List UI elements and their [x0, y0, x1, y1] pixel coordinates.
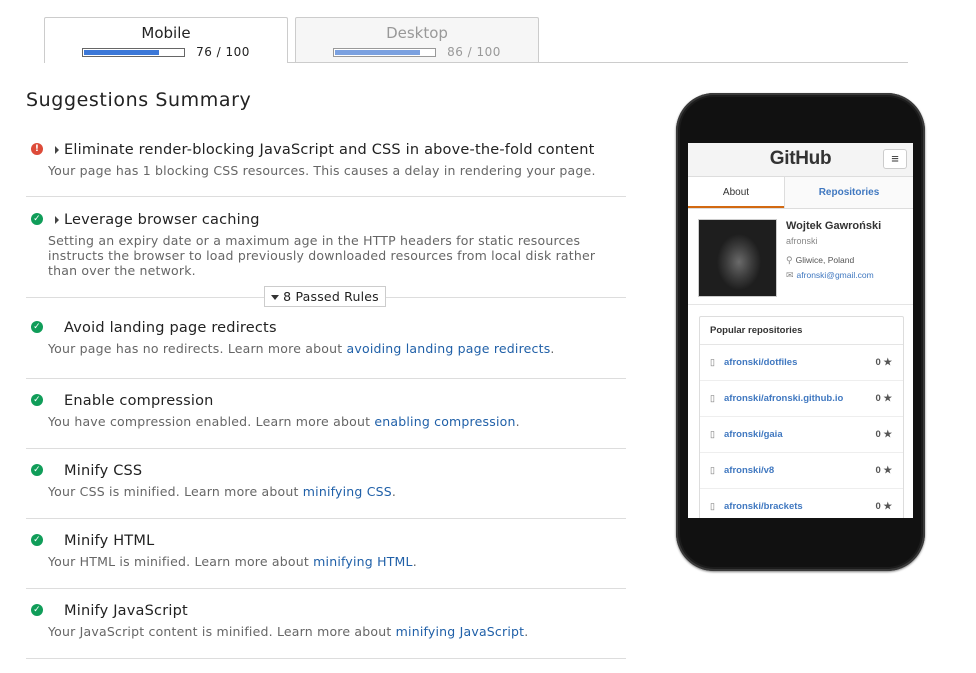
repo-icon: ▯ — [710, 501, 715, 511]
tab-mobile-label: Mobile — [141, 24, 191, 42]
passed-rule[interactable]: ✓ Enable compression You have compression … — [26, 379, 626, 449]
check-icon: ✓ — [31, 213, 43, 225]
rule-title: Minify HTML — [64, 533, 155, 549]
rule-description: Your HTML is minified. Learn more about … — [48, 554, 417, 569]
page-title: Suggestions Summary — [26, 89, 252, 111]
github-logo: GitHub — [769, 148, 832, 169]
check-icon: ✓ — [31, 534, 43, 546]
repo-stars: 0 ★ — [875, 393, 892, 404]
preview-header: GitHub ≡ — [688, 143, 913, 177]
rule-description: Your page has 1 blocking CSS resources. … — [48, 163, 596, 178]
profile-login: afronski — [786, 236, 818, 246]
preview-tab-about[interactable]: About — [688, 177, 784, 208]
device-tabs: Mobile 76 / 100 Desktop 86 / 100 — [44, 17, 908, 63]
passed-rule[interactable]: ✓ Minify HTML Your HTML is minified. Learn… — [26, 519, 626, 589]
location-pin-icon: ⚲ — [786, 255, 793, 265]
expand-caret-icon[interactable] — [55, 216, 59, 224]
repo-icon: ▯ — [710, 465, 715, 475]
learn-more-link[interactable]: minifying HTML — [313, 554, 413, 569]
learn-more-link[interactable]: minifying CSS — [303, 484, 392, 499]
repo-stars: 0 ★ — [875, 501, 892, 512]
mobile-score: 76 / 100 — [45, 45, 287, 59]
rule-browser-caching[interactable]: ✓ Leverage browser caching Setting an ex… — [26, 197, 626, 298]
repo-stars: 0 ★ — [875, 429, 892, 440]
tab-desktop-label: Desktop — [386, 24, 448, 42]
check-icon: ✓ — [31, 394, 43, 406]
repo-row[interactable]: ▯ afronski/dotfiles 0 ★ — [700, 345, 903, 381]
profile-email[interactable]: ✉ afronski@gmail.com — [786, 270, 874, 281]
repo-name[interactable]: afronski/gaia — [724, 417, 783, 452]
avatar — [698, 219, 777, 297]
rule-title: Minify JavaScript — [64, 603, 188, 619]
popular-repositories-title: Popular repositories — [700, 317, 903, 345]
preview-tab-repositories[interactable]: Repositories — [784, 177, 913, 208]
rule-title: Enable compression — [64, 393, 214, 409]
popular-repositories: Popular repositories ▯ afronski/dotfiles 0… — [699, 316, 904, 518]
rule-title: Leverage browser caching — [64, 212, 260, 228]
repo-row[interactable]: ▯ afronski/gaia 0 ★ — [700, 417, 903, 453]
passed-rule[interactable]: ✓ Avoid landing page redirects Your page h… — [26, 298, 626, 379]
repo-icon: ▯ — [710, 393, 715, 403]
profile-card: Wojtek Gawroński afronski ⚲ Gliwice, Pola… — [688, 209, 913, 305]
repo-row[interactable]: ▯ afronski/v8 0 ★ — [700, 453, 903, 489]
profile-name: Wojtek Gawroński — [786, 220, 882, 232]
rule-description: Setting an expiry date or a maximum age … — [48, 233, 596, 278]
repo-stars: 0 ★ — [875, 465, 892, 476]
chevron-down-icon — [271, 295, 280, 300]
repo-name[interactable]: afronski/brackets — [724, 489, 803, 518]
repo-row[interactable]: ▯ afronski/brackets 0 ★ — [700, 489, 903, 518]
rule-title: Minify CSS — [64, 463, 143, 479]
rule-title: Eliminate render-blocking JavaScript and… — [64, 142, 595, 158]
tab-desktop[interactable]: Desktop 86 / 100 — [295, 17, 539, 62]
repo-name[interactable]: afronski/dotfiles — [724, 345, 797, 380]
suggestions-list: ! Eliminate render-blocking JavaScript a… — [26, 130, 626, 659]
repo-row[interactable]: ▯ afronski/afronski.github.io 0 ★ — [700, 381, 903, 417]
learn-more-link[interactable]: minifying JavaScript — [396, 624, 525, 639]
check-icon: ✓ — [31, 321, 43, 333]
mail-icon: ✉ — [786, 270, 794, 280]
check-icon: ✓ — [31, 464, 43, 476]
passed-rule[interactable]: ✓ Minify CSS Your CSS is minified. Learn m… — [26, 449, 626, 519]
passed-rule[interactable]: ✓ Minify JavaScript Your JavaScript conten… — [26, 589, 626, 659]
passed-rules-toggle[interactable]: 8 Passed Rules — [264, 286, 386, 307]
repo-stars: 0 ★ — [875, 357, 892, 368]
repo-name[interactable]: afronski/afronski.github.io — [724, 381, 843, 416]
profile-location: ⚲ Gliwice, Poland — [786, 255, 855, 265]
expand-caret-icon[interactable] — [55, 146, 59, 154]
error-icon: ! — [31, 143, 43, 155]
rule-description: Your CSS is minified. Learn more about m… — [48, 484, 397, 499]
tab-mobile[interactable]: Mobile 76 / 100 — [44, 17, 288, 63]
rule-render-blocking[interactable]: ! Eliminate render-blocking JavaScript a… — [26, 130, 626, 197]
repo-name[interactable]: afronski/v8 — [724, 453, 774, 488]
rule-title: Avoid landing page redirects — [64, 320, 277, 336]
mobile-score-bar — [82, 47, 186, 57]
learn-more-link[interactable]: avoiding landing page redirects — [347, 341, 551, 356]
desktop-score: 86 / 100 — [296, 45, 538, 59]
rule-description: You have compression enabled. Learn more… — [48, 414, 520, 429]
repo-icon: ▯ — [710, 357, 715, 367]
check-icon: ✓ — [31, 604, 43, 616]
preview-tabs: About Repositories — [688, 177, 913, 209]
desktop-score-text: 86 / 100 — [447, 45, 501, 59]
mobile-preview-screen: GitHub ≡ About Repositories Wojtek Gawro… — [688, 143, 913, 518]
passed-rules-label: 8 Passed Rules — [283, 289, 379, 304]
rule-description: Your JavaScript content is minified. Lea… — [48, 624, 529, 639]
desktop-score-bar — [333, 47, 437, 57]
mobile-score-text: 76 / 100 — [196, 45, 250, 59]
repo-icon: ▯ — [710, 429, 715, 439]
learn-more-link[interactable]: enabling compression — [374, 414, 515, 429]
menu-icon[interactable]: ≡ — [883, 149, 907, 169]
rule-description: Your page has no redirects. Learn more a… — [48, 341, 555, 356]
